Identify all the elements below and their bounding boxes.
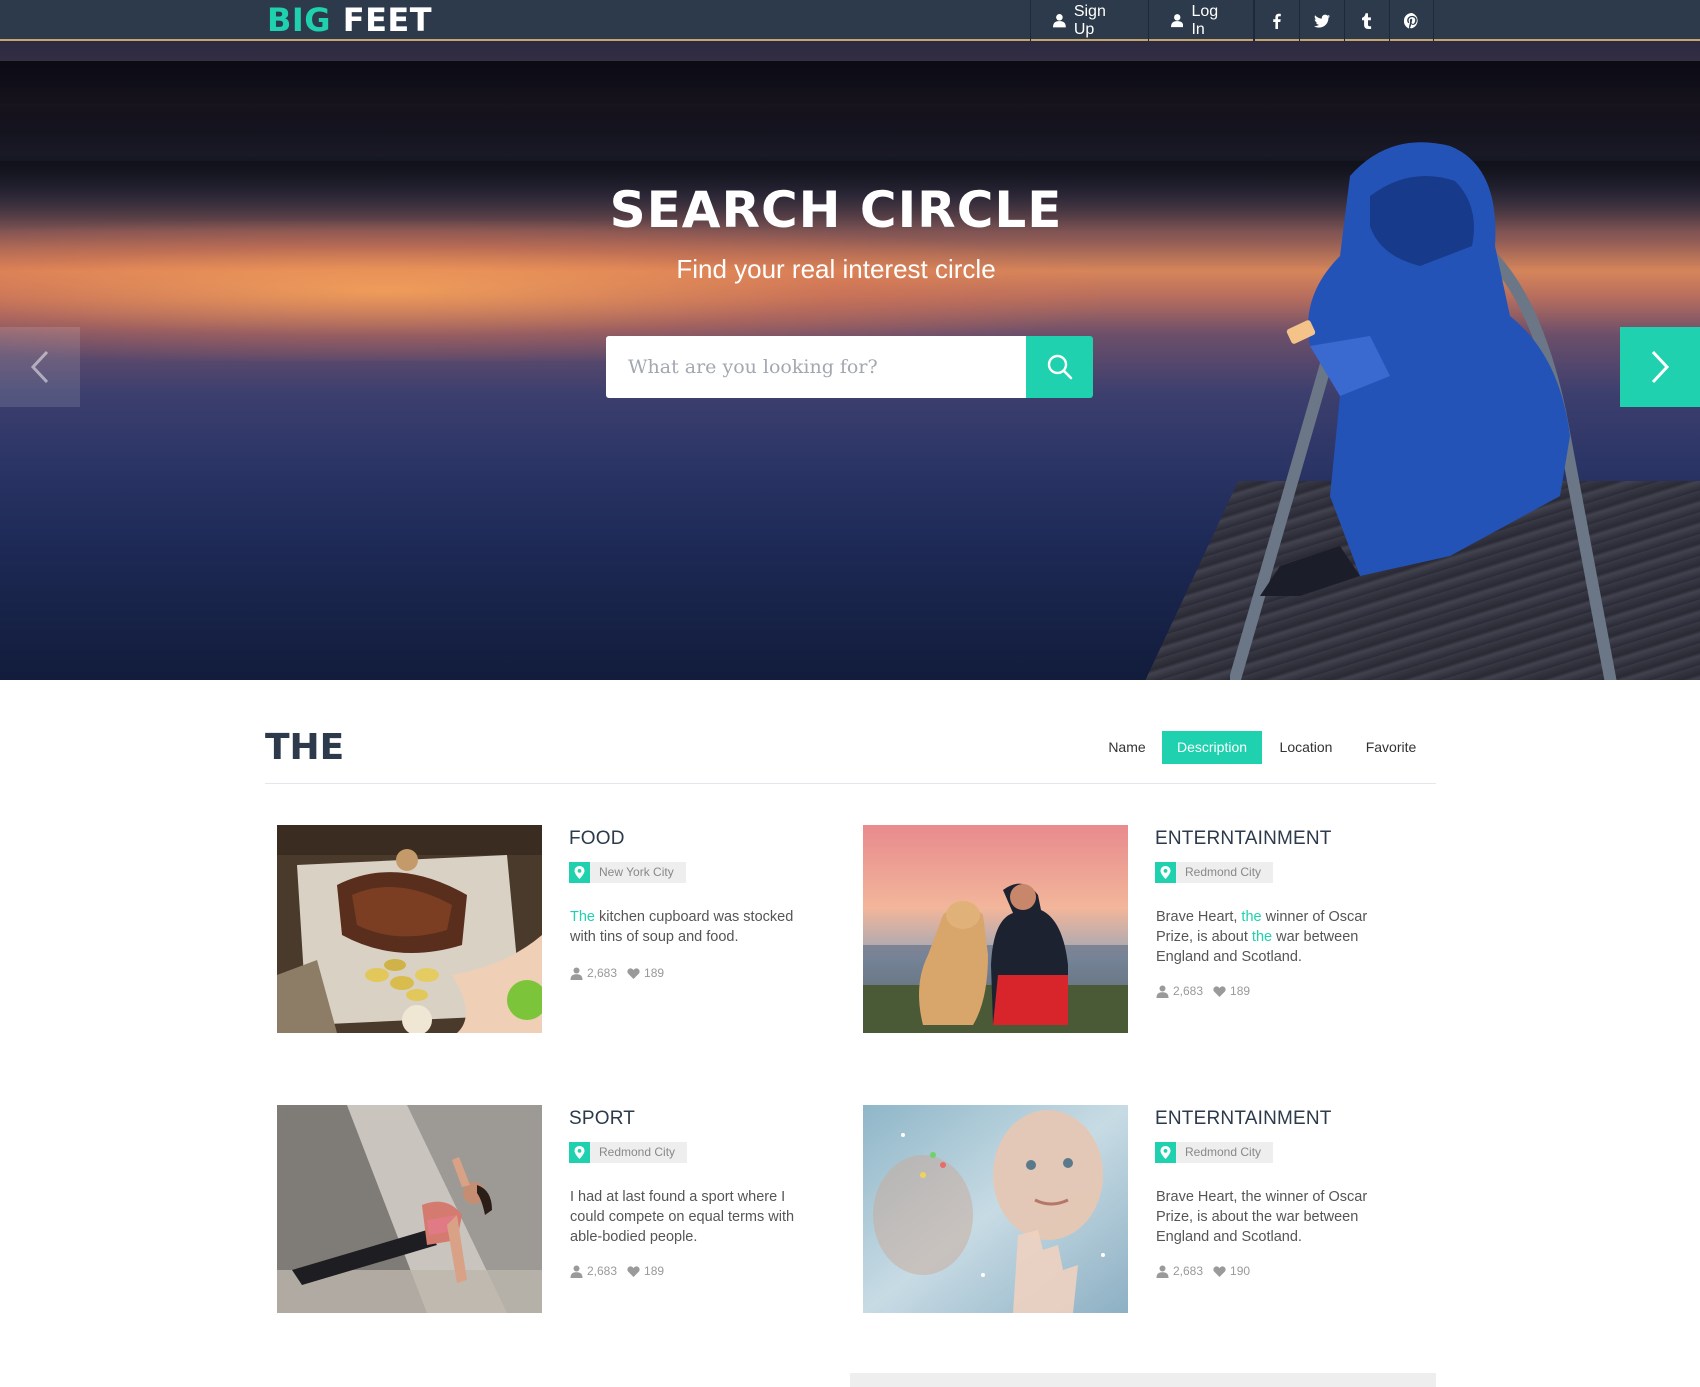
heart-icon bbox=[1213, 985, 1226, 997]
tab-favorite[interactable]: Favorite bbox=[1356, 731, 1426, 764]
highlight-word: The bbox=[570, 909, 595, 925]
search-icon bbox=[1047, 354, 1072, 380]
search-button[interactable] bbox=[1026, 336, 1093, 398]
card-stats: 2,683 189 bbox=[1156, 984, 1250, 998]
card-description: I had at last found a sport where I coul… bbox=[570, 1189, 795, 1245]
likes-stat: 189 bbox=[1213, 984, 1250, 998]
likes-stat: 189 bbox=[627, 966, 664, 980]
members-count: 2,683 bbox=[587, 966, 618, 980]
user-icon bbox=[570, 1265, 583, 1278]
twitter-link[interactable] bbox=[1299, 0, 1344, 41]
card-title[interactable]: ENTERNTAINMENT bbox=[1155, 828, 1332, 850]
circle-card[interactable]: ENTERNTAINMENT Redmond City Brave Heart,… bbox=[863, 1105, 1423, 1315]
carousel-next-button[interactable] bbox=[1620, 327, 1700, 407]
highlight-word: the bbox=[1241, 909, 1262, 925]
logo-feet-text: FEET bbox=[342, 1, 433, 39]
top-navigation-bar: BIG FEET Sign Up Log In bbox=[0, 0, 1700, 41]
location-tag[interactable]: New York City bbox=[569, 862, 686, 883]
card-stats: 2,683 189 bbox=[570, 966, 664, 980]
card-description: The kitchen cupboard was stocked with ti… bbox=[570, 907, 810, 947]
likes-count: 189 bbox=[1230, 984, 1251, 998]
location-text: New York City bbox=[590, 862, 686, 883]
members-stat: 2,683 bbox=[1156, 984, 1203, 998]
likes-count: 189 bbox=[644, 966, 665, 980]
tab-name[interactable]: Name bbox=[1097, 731, 1157, 764]
card-title[interactable]: FOOD bbox=[569, 828, 625, 850]
section-divider bbox=[265, 783, 1436, 784]
description-text: kitchen cupboard was stocked with tins o… bbox=[570, 909, 794, 945]
sport-image[interactable] bbox=[277, 1105, 542, 1313]
search-input[interactable] bbox=[606, 336, 1026, 398]
user-icon bbox=[1156, 985, 1169, 998]
search-box bbox=[606, 336, 1026, 398]
user-icon bbox=[570, 967, 583, 980]
carousel-previous-button[interactable] bbox=[0, 327, 80, 407]
circle-card[interactable]: SPORT Redmond City I had at last found a… bbox=[277, 1105, 837, 1315]
location-tag[interactable]: Redmond City bbox=[569, 1142, 688, 1163]
chevron-right-icon bbox=[1651, 350, 1670, 384]
location-text: Redmond City bbox=[1176, 862, 1274, 883]
map-pin-icon bbox=[569, 1142, 590, 1163]
card-title[interactable]: ENTERNTAINMENT bbox=[1155, 1108, 1332, 1130]
likes-stat: 189 bbox=[627, 1264, 664, 1278]
next-panel-edge bbox=[850, 1373, 1436, 1387]
map-pin-icon bbox=[1155, 1142, 1176, 1163]
circle-card[interactable]: FOOD New York City The kitchen cupboard … bbox=[277, 825, 837, 1035]
card-description: Brave Heart, the winner of Oscar Prize, … bbox=[1156, 1189, 1368, 1245]
entertainment-image[interactable] bbox=[863, 825, 1128, 1033]
heart-icon bbox=[1213, 1265, 1226, 1277]
members-count: 2,683 bbox=[587, 1264, 618, 1278]
members-stat: 2,683 bbox=[570, 966, 617, 980]
map-pin-icon bbox=[569, 862, 590, 883]
location-tag[interactable]: Redmond City bbox=[1155, 862, 1274, 883]
logo-big-text: BIG bbox=[267, 1, 332, 39]
highlight-word: the bbox=[1251, 929, 1273, 945]
heart-icon bbox=[627, 967, 640, 979]
user-icon bbox=[1171, 14, 1184, 28]
facebook-icon bbox=[1273, 13, 1281, 29]
location-text: Redmond City bbox=[1176, 1142, 1274, 1163]
pinterest-link[interactable] bbox=[1389, 0, 1434, 41]
twitter-icon bbox=[1314, 14, 1330, 28]
members-stat: 2,683 bbox=[570, 1264, 617, 1278]
facebook-link[interactable] bbox=[1254, 0, 1299, 41]
description-text: Brave Heart, bbox=[1156, 909, 1242, 925]
log-in-button[interactable]: Log In bbox=[1148, 0, 1254, 41]
map-pin-icon bbox=[1155, 862, 1176, 883]
food-image[interactable] bbox=[277, 825, 542, 1033]
section-title: THE bbox=[265, 727, 345, 768]
likes-count: 190 bbox=[1230, 1264, 1251, 1278]
site-logo[interactable]: BIG FEET bbox=[267, 2, 432, 38]
user-icon bbox=[1156, 1265, 1169, 1278]
members-count: 2,683 bbox=[1173, 1264, 1204, 1278]
tab-location[interactable]: Location bbox=[1270, 731, 1342, 764]
card-title[interactable]: SPORT bbox=[569, 1108, 635, 1130]
user-icon bbox=[1053, 13, 1066, 28]
members-stat: 2,683 bbox=[1156, 1264, 1203, 1278]
card-stats: 2,683 189 bbox=[570, 1264, 664, 1278]
circle-card[interactable]: ENTERNTAINMENT Redmond City Brave Heart,… bbox=[863, 825, 1423, 1035]
hero-subtitle: Find your real interest circle bbox=[676, 254, 996, 284]
tab-description[interactable]: Description bbox=[1162, 731, 1262, 764]
tumblr-icon bbox=[1362, 12, 1372, 29]
likes-count: 189 bbox=[644, 1264, 665, 1278]
hero-title: SEARCH CIRCLE bbox=[609, 181, 1063, 239]
hero-banner: SEARCH CIRCLE Find your real interest ci… bbox=[0, 41, 1700, 680]
location-text: Redmond City bbox=[590, 1142, 688, 1163]
members-count: 2,683 bbox=[1173, 984, 1204, 998]
entertainment-image[interactable] bbox=[863, 1105, 1128, 1313]
tumblr-link[interactable] bbox=[1344, 0, 1389, 41]
log-in-label: Log In bbox=[1191, 2, 1219, 38]
card-description: Brave Heart, the winner of Oscar Prize, … bbox=[1156, 907, 1396, 967]
sign-up-label: Sign Up bbox=[1073, 2, 1106, 38]
heart-icon bbox=[627, 1265, 640, 1277]
location-tag[interactable]: Redmond City bbox=[1155, 1142, 1274, 1163]
sign-up-button[interactable]: Sign Up bbox=[1030, 0, 1148, 41]
chevron-left-icon bbox=[30, 350, 49, 384]
pinterest-icon bbox=[1403, 12, 1418, 28]
card-stats: 2,683 190 bbox=[1156, 1264, 1250, 1278]
likes-stat: 190 bbox=[1213, 1264, 1250, 1278]
